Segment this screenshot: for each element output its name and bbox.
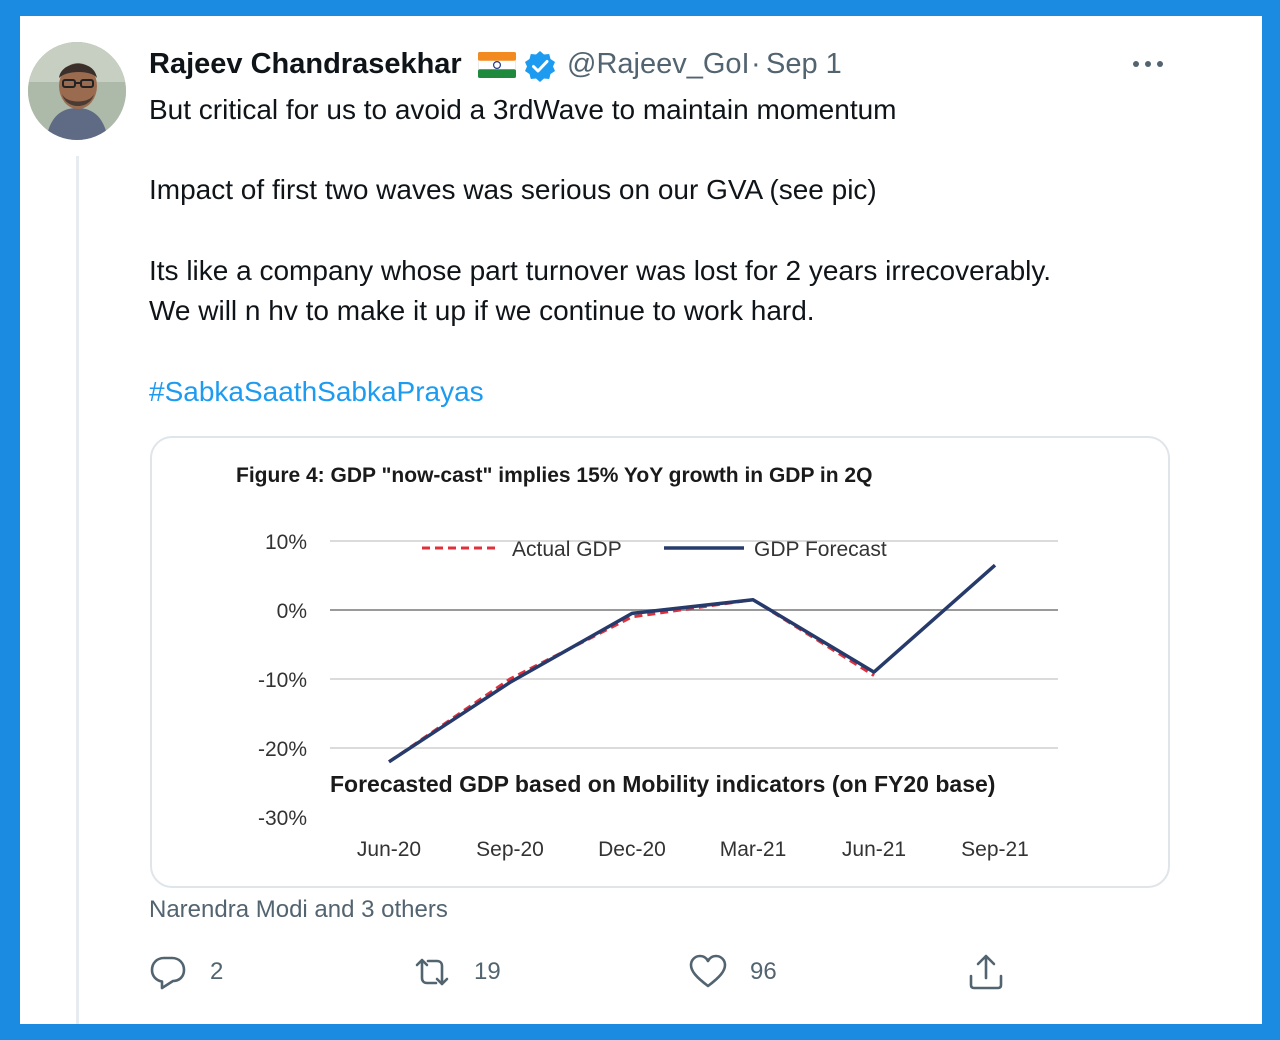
- retweet-icon: [415, 958, 449, 986]
- author-name[interactable]: Rajeev Chandrasekhar: [149, 46, 462, 82]
- x-tick-label: Mar-21: [720, 838, 787, 861]
- tweet-card: Rajeev Chandrasekhar @Rajeev_GoI · Sep 1…: [20, 16, 1262, 1024]
- series-line-gdp-forecast: [388, 563, 997, 764]
- tweet-text-line: We will n hv to make it up if we continu…: [149, 295, 815, 326]
- y-tick-label: 0%: [277, 600, 307, 623]
- y-tick-label: -30%: [258, 807, 307, 830]
- tweet-text-line: But critical for us to avoid a 3rdWave t…: [149, 94, 897, 125]
- like-button[interactable]: 96: [688, 950, 798, 994]
- header-separator: ·: [751, 48, 761, 80]
- x-tick-label: Sep-21: [961, 838, 1029, 861]
- reply-icon: [150, 956, 186, 990]
- y-tick-label: 10%: [265, 531, 307, 554]
- x-tick-label: Dec-20: [598, 838, 666, 861]
- retweet-count: 19: [474, 958, 501, 985]
- thread-line: [76, 156, 79, 1024]
- legend-label: GDP Forecast: [754, 538, 887, 561]
- tweet-image[interactable]: Figure 4: GDP "now-cast" implies 15% YoY…: [150, 436, 1170, 888]
- more-options-icon[interactable]: [1130, 56, 1166, 72]
- india-flag-icon: [478, 52, 516, 78]
- reply-button[interactable]: 2: [148, 950, 238, 994]
- reply-count: 2: [210, 958, 224, 985]
- x-tick-label: Sep-20: [476, 838, 544, 861]
- verified-badge-icon: [525, 51, 555, 82]
- like-count: 96: [750, 958, 777, 985]
- author-handle[interactable]: @Rajeev_GoI: [567, 46, 750, 82]
- hashtag-link[interactable]: #SabkaSaathSabkaPrayas: [149, 374, 484, 410]
- x-tick-label: Jun-20: [357, 838, 421, 861]
- legend-label: Actual GDP: [512, 538, 622, 561]
- y-tick-label: -10%: [258, 669, 307, 692]
- share-button[interactable]: [966, 950, 1006, 994]
- chart-title: Figure 4: GDP "now-cast" implies 15% YoY…: [236, 464, 872, 487]
- series-line-actual-gdp: [388, 598, 875, 764]
- like-icon: [689, 954, 727, 988]
- liked-by-text[interactable]: Narendra Modi and 3 others: [149, 894, 448, 926]
- x-tick-label: Jun-21: [842, 838, 906, 861]
- y-tick-label: -20%: [258, 738, 307, 761]
- tweet-text-line: Its like a company whose part turnover w…: [149, 255, 1052, 286]
- share-icon: [969, 954, 1003, 990]
- tweet-text-line: Impact of first two waves was serious on…: [149, 174, 877, 205]
- retweet-button[interactable]: 19: [412, 950, 512, 994]
- gdp-chart: Figure 4: GDP "now-cast" implies 15% YoY…: [236, 464, 1058, 861]
- chart-annotation: Forecasted GDP based on Mobility indicat…: [330, 771, 995, 797]
- tweet-date[interactable]: Sep 1: [766, 46, 842, 82]
- avatar[interactable]: [28, 42, 126, 140]
